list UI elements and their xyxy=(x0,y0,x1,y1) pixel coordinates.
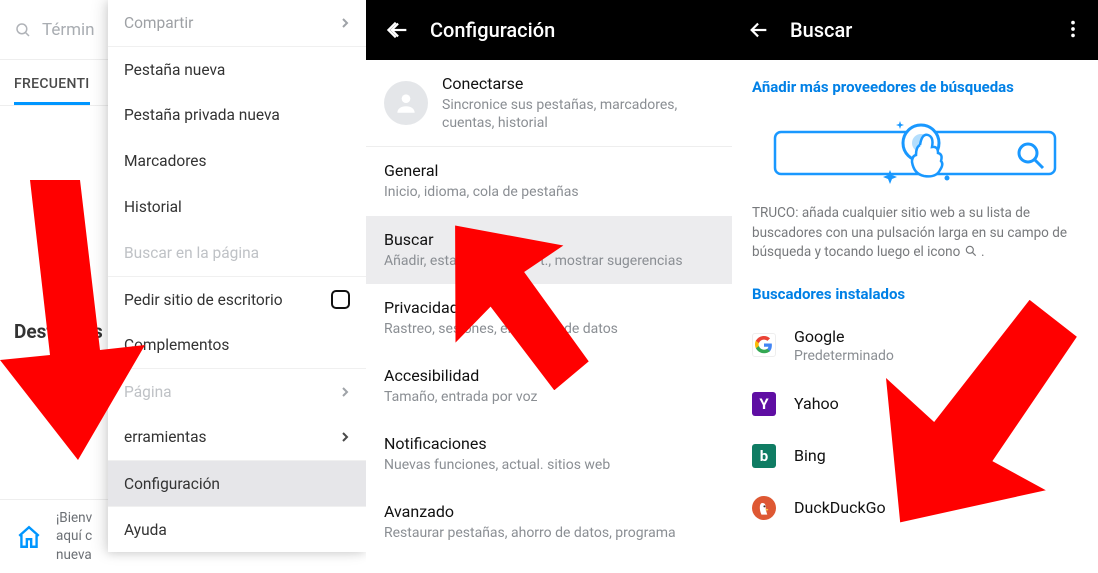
row-conectarse[interactable]: Conectarse Sincronice sus pestañas, marc… xyxy=(366,60,732,146)
appbar: Buscar xyxy=(732,0,1098,60)
menu-item-pestana-privada[interactable]: Pestaña privada nueva xyxy=(108,92,366,138)
search-illustration xyxy=(732,110,1098,204)
installed-engines-label: Buscadores instalados xyxy=(732,281,1098,313)
menu-item-buscar-pagina: Buscar en la página xyxy=(108,230,366,276)
row-header: General xyxy=(384,161,714,180)
engine-name: Bing xyxy=(794,446,826,465)
row-general[interactable]: General Inicio, idioma, cola de pestañas xyxy=(366,146,732,215)
row-header: Privacidad xyxy=(384,298,714,317)
engine-name: Yahoo xyxy=(794,394,839,413)
engine-duckduckgo[interactable]: DuckDuckGo xyxy=(732,482,1098,534)
desktop-site-checkbox[interactable] xyxy=(331,290,350,309)
row-avanzado[interactable]: Avanzado Restaurar pestañas, ahorro de d… xyxy=(366,488,732,556)
back-arrow-icon[interactable] xyxy=(388,19,410,41)
row-sub: Tamaño, entrada por voz xyxy=(384,388,714,406)
yahoo-icon: Y xyxy=(752,392,776,416)
menu-item-herramientas[interactable]: erramientas xyxy=(108,414,366,460)
engine-name: DuckDuckGo xyxy=(794,498,886,517)
menu-item-sitio-escritorio[interactable]: Pedir sitio de escritorio xyxy=(108,276,366,322)
bottom-text: ¡Bienv aquí c nueva xyxy=(56,509,92,564)
row-header: Avanzado xyxy=(384,502,714,521)
appbar: Configuración xyxy=(366,0,732,60)
row-sub: Sincronice sus pestañas, marcadores, cue… xyxy=(442,96,712,132)
chevron-right-icon xyxy=(340,387,350,397)
row-sub: Nuevas funciones, actual. sitios web xyxy=(384,456,714,474)
appbar-title: Buscar xyxy=(790,18,852,42)
row-header: Buscar xyxy=(384,230,714,249)
menu-item-pagina: Página xyxy=(108,368,366,414)
avatar-icon xyxy=(384,81,428,125)
engine-sub: Predeterminado xyxy=(794,348,894,364)
panel-configuracion: Configuración Conectarse Sincronice sus … xyxy=(366,0,732,573)
overflow-menu: Compartir Pestaña nueva Pestaña privada … xyxy=(108,0,366,552)
row-sub: Inicio, idioma, cola de pestañas xyxy=(384,183,714,201)
engine-bing[interactable]: b Bing xyxy=(732,430,1098,482)
tab-frequent[interactable]: FRECUENTI xyxy=(14,76,90,105)
menu-item-ayuda[interactable]: Ayuda xyxy=(108,506,366,552)
panel-menu: Términ FRECUENTI Destac os ¡Bienv aquí c… xyxy=(0,0,366,573)
engine-yahoo[interactable]: Y Yahoo xyxy=(732,378,1098,430)
row-buscar[interactable]: Buscar Añadir, esta t., mostrar sugerenc… xyxy=(366,216,732,284)
more-icon[interactable] xyxy=(1062,18,1084,40)
bing-icon: b xyxy=(752,444,776,468)
engine-google[interactable]: Google Predeterminado xyxy=(732,313,1098,378)
menu-item-compartir[interactable]: Compartir xyxy=(108,0,366,46)
add-providers-link[interactable]: Añadir más proveedores de búsquedas xyxy=(732,60,1098,110)
search-placeholder: Términ xyxy=(42,20,95,40)
menu-item-historial[interactable]: Historial xyxy=(108,184,366,230)
row-header: Notificaciones xyxy=(384,434,714,453)
back-arrow-icon[interactable] xyxy=(748,19,770,41)
row-header: Conectarse xyxy=(442,74,712,93)
menu-item-pestana-nueva[interactable]: Pestaña nueva xyxy=(108,46,366,92)
chevron-right-icon xyxy=(340,432,350,442)
row-accesibilidad[interactable]: Accesibilidad Tamaño, entrada por voz xyxy=(366,352,732,420)
duckduckgo-icon xyxy=(752,496,776,520)
search-small-icon xyxy=(964,244,978,258)
row-sub: Añadir, esta t., mostrar sugerencias xyxy=(384,252,714,270)
menu-item-marcadores[interactable]: Marcadores xyxy=(108,138,366,184)
chevron-right-icon xyxy=(340,18,350,28)
menu-item-complementos[interactable]: Complementos xyxy=(108,322,366,368)
row-header: Accesibilidad xyxy=(384,366,714,385)
appbar-title: Configuración xyxy=(430,18,555,42)
row-notificaciones[interactable]: Notificaciones Nuevas funciones, actual.… xyxy=(366,420,732,488)
search-tip: TRUCO: añada cualquier sitio web a su li… xyxy=(732,204,1098,281)
search-icon xyxy=(14,21,32,39)
google-icon xyxy=(752,333,776,357)
row-sub: Rastreo, sesiones, elec de datos xyxy=(384,320,714,338)
row-privacidad[interactable]: Privacidad Rastreo, sesiones, elec de da… xyxy=(366,284,732,352)
row-sub: Restaurar pestañas, ahorro de datos, pro… xyxy=(384,524,714,542)
panel-buscar: Buscar Añadir más proveedores de búsqued… xyxy=(732,0,1098,573)
menu-item-configuracion[interactable]: Configuración xyxy=(108,460,366,506)
home-icon xyxy=(16,524,42,550)
engine-name: Google xyxy=(794,327,894,346)
